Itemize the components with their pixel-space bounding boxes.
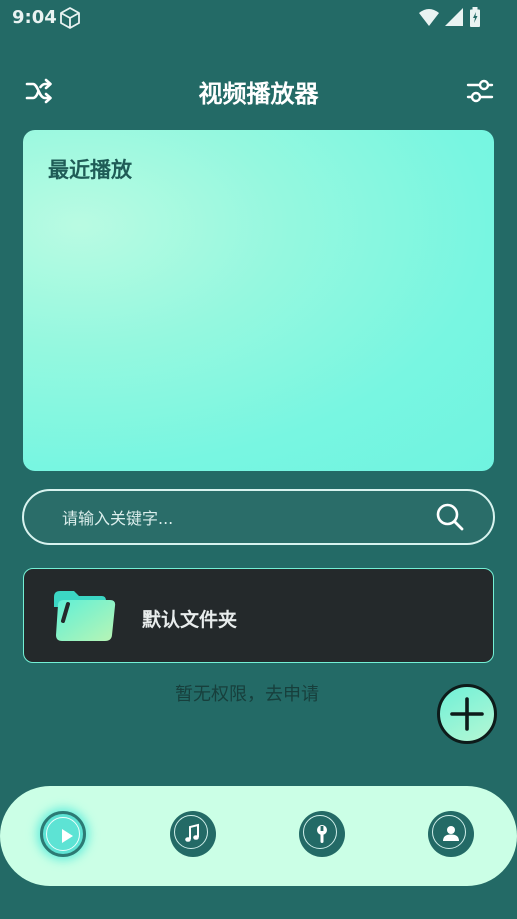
music-note-icon	[185, 823, 199, 842]
recent-playback-title: 最近播放	[48, 158, 132, 182]
recent-playback-card: 最近播放	[23, 130, 494, 471]
app-bar: 视频播放器	[0, 64, 517, 116]
nav-video-button[interactable]	[40, 811, 86, 857]
page-title: 视频播放器	[198, 80, 319, 108]
status-icons	[419, 7, 481, 27]
nav-tools-button[interactable]	[299, 811, 345, 857]
nav-profile-button[interactable]	[428, 811, 474, 857]
search-bar	[22, 489, 495, 545]
nav-music-button[interactable]	[170, 811, 216, 857]
search-input[interactable]	[60, 501, 424, 535]
wifi-icon	[419, 9, 439, 26]
folder-icon	[54, 591, 116, 641]
bottom-navigation	[0, 786, 517, 886]
default-folder-card[interactable]: 默认文件夹	[23, 568, 494, 663]
cube-icon	[60, 7, 80, 29]
signal-icon	[445, 8, 463, 26]
person-icon	[443, 826, 459, 841]
add-button[interactable]	[437, 684, 497, 744]
search-icon[interactable]	[435, 502, 465, 532]
status-time: 9:04	[12, 7, 57, 28]
sliders-icon[interactable]	[466, 78, 494, 104]
status-bar: 9:04	[0, 0, 517, 36]
tools-icon	[317, 825, 327, 843]
folder-label: 默认文件夹	[142, 609, 238, 631]
plus-icon	[450, 697, 484, 731]
battery-icon	[470, 7, 480, 27]
play-icon	[62, 829, 73, 843]
permission-request-link[interactable]: 暂无权限，去申请	[0, 680, 494, 706]
